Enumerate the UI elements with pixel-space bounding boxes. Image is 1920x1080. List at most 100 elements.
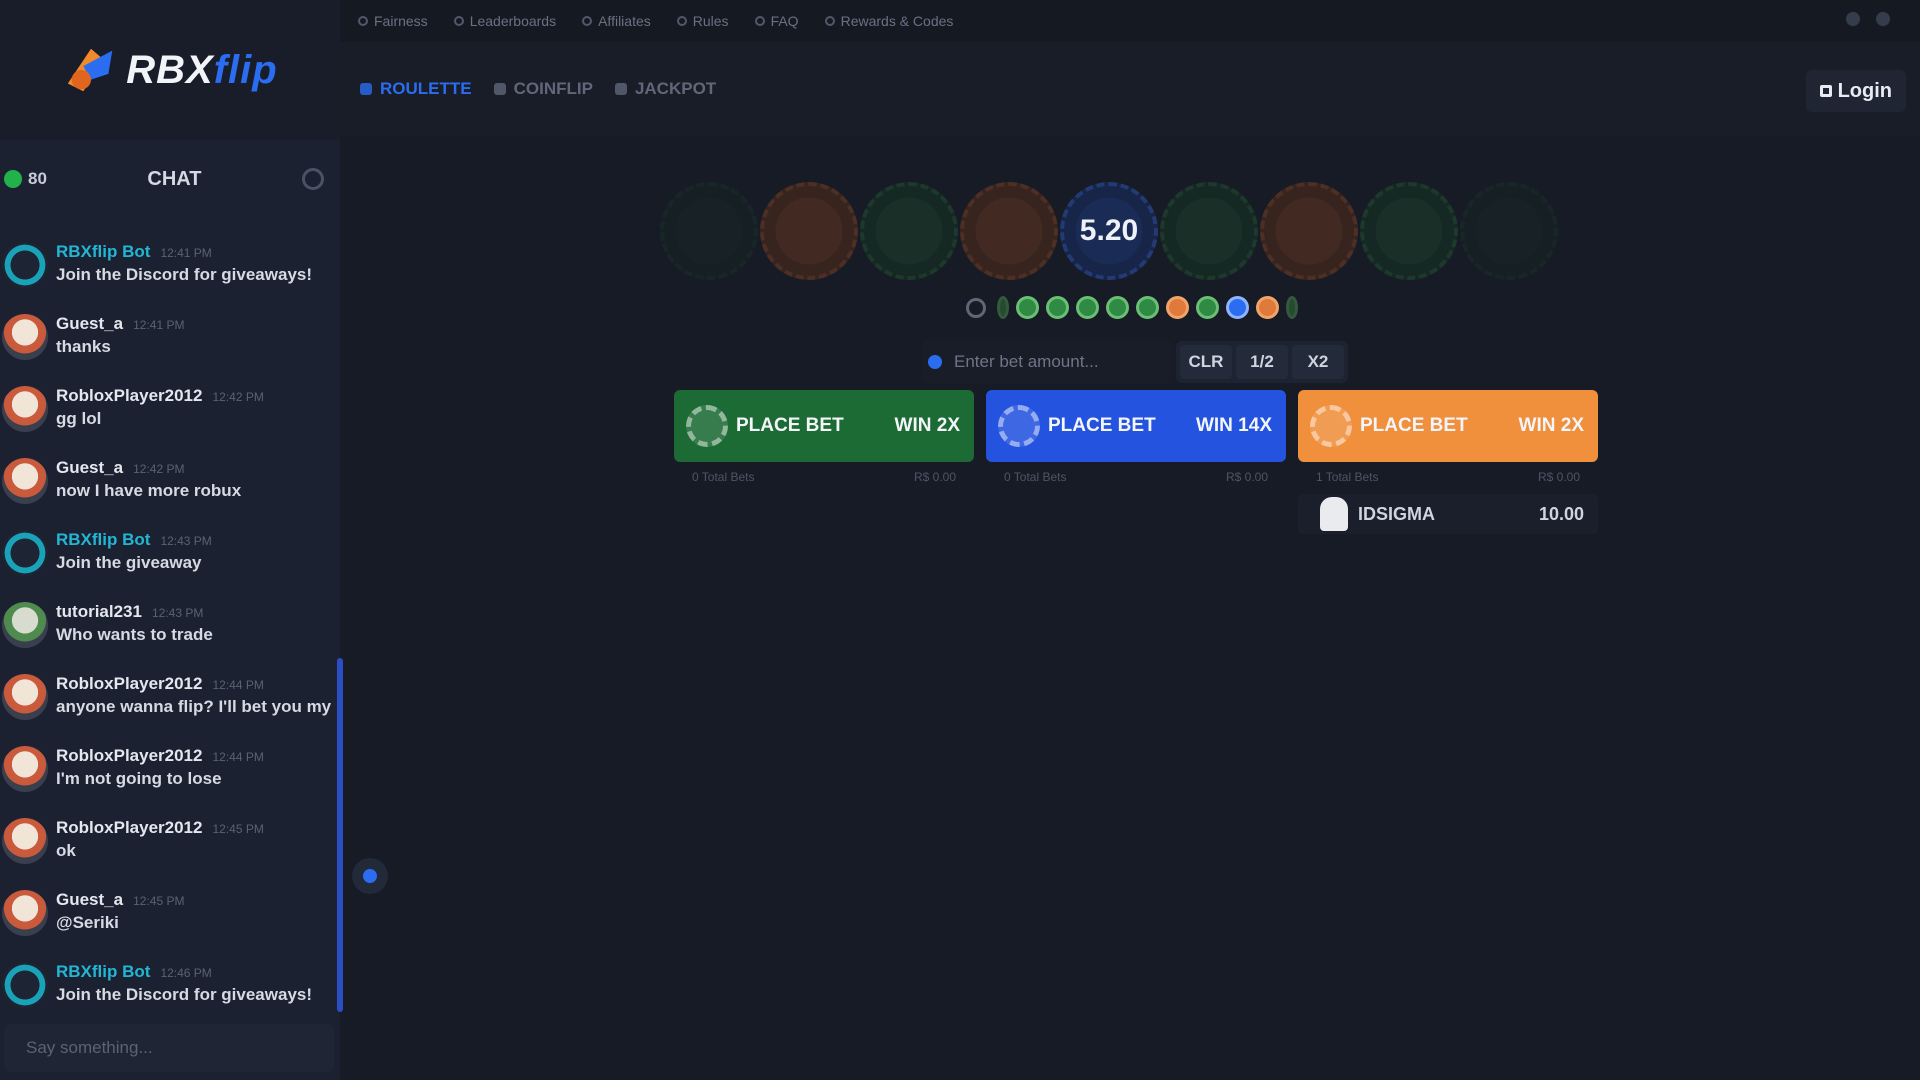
avatar[interactable]: [2, 890, 48, 936]
chat-message: Guest_a 12:42 PM now I have more robux: [0, 452, 336, 524]
chat-username[interactable]: RBXflip Bot: [56, 962, 150, 982]
chat-message-header: Guest_a 12:41 PM: [56, 314, 336, 334]
chat-message-text: Join the Discord for giveaways!: [56, 985, 313, 1004]
top-link-1[interactable]: Fairness: [358, 13, 428, 29]
top-link-3[interactable]: Affiliates: [582, 13, 651, 29]
roulette-tile-active: 5.20: [1060, 182, 1158, 280]
avatar[interactable]: [2, 674, 48, 720]
history-dot: [1076, 296, 1099, 319]
avatar[interactable]: [2, 746, 48, 792]
login-button[interactable]: Login: [1805, 70, 1906, 112]
chat-title: CHAT: [147, 167, 202, 190]
chat-username[interactable]: RobloxPlayer2012: [56, 386, 202, 406]
chat-username[interactable]: Guest_a: [56, 890, 123, 910]
chat-message: Guest_a 12:41 PM thanks: [0, 308, 336, 380]
place-bet-left: PLACE BET: [1310, 405, 1468, 447]
chat-message-header: Guest_a 12:45 PM: [56, 890, 336, 910]
gift-icon: [824, 16, 835, 26]
player-bet-row: IDSIGMA 10.00: [1298, 494, 1598, 534]
avatar[interactable]: [2, 242, 48, 288]
place-bet-label: PLACE BET: [736, 415, 844, 436]
quick-bet-clr[interactable]: CLR: [1180, 345, 1232, 379]
chat-message-body: RobloxPlayer2012 12:44 PM anyone wanna fli…: [56, 674, 336, 717]
avatar[interactable]: [2, 386, 48, 432]
top-link-4[interactable]: Rules: [676, 13, 729, 29]
chat-username[interactable]: Guest_a: [56, 458, 123, 478]
chat-username[interactable]: RBXflip Bot: [56, 242, 150, 262]
place-bet-button-blue[interactable]: PLACE BET WIN 14X: [986, 390, 1286, 462]
tab-label: ROULETTE: [380, 79, 472, 98]
chat-message-header: Guest_a 12:42 PM: [56, 458, 336, 478]
coin-icon: [493, 83, 506, 95]
chip-icon: [998, 405, 1040, 447]
chip-icon: [686, 405, 728, 447]
avatar[interactable]: [2, 962, 48, 1008]
tab-coinflip[interactable]: COINFLIP: [493, 79, 593, 99]
place-bet-left: PLACE BET: [686, 405, 844, 447]
chat-timestamp: 12:42 PM: [212, 390, 264, 404]
quick-bet-x2[interactable]: X2: [1292, 345, 1344, 379]
bet-stats: 0 Total Bets R$ 0.00: [674, 462, 974, 492]
avatar[interactable]: [2, 530, 48, 576]
top-links-bar: Fairness Leaderboards Affiliates Rules FAQ Re…: [340, 0, 1920, 42]
logo[interactable]: RBXflip: [0, 0, 340, 140]
users-icon: [582, 16, 593, 26]
chat-message: tutorial231 12:43 PM Who wants to trade: [0, 596, 336, 668]
roulette-tile: [760, 182, 858, 280]
chat-input[interactable]: Say something...: [4, 1024, 334, 1072]
chat-username[interactable]: RobloxPlayer2012: [56, 746, 202, 766]
online-count: 80: [28, 169, 47, 188]
total-bets-count: 0 Total Bets: [1004, 470, 1067, 484]
chat-username[interactable]: RobloxPlayer2012: [56, 818, 202, 838]
logo-icon: [68, 48, 113, 92]
robux-icon: [928, 355, 942, 369]
place-bet-button-green[interactable]: PLACE BET WIN 2X: [674, 390, 974, 462]
bet-placeholder: Enter bet amount...: [954, 352, 1099, 371]
roulette-tile: [1260, 182, 1358, 280]
chat-username[interactable]: RobloxPlayer2012: [56, 674, 202, 694]
twitter-icon[interactable]: [1846, 12, 1860, 26]
top-link-5[interactable]: FAQ: [754, 13, 799, 29]
bet-panel-green: PLACE BET WIN 2X 0 Total Bets R$ 0.00: [674, 390, 974, 492]
chat-message-header: RobloxPlayer2012 12:44 PM: [56, 674, 336, 694]
chat-collapse-button[interactable]: [352, 858, 388, 894]
chat-username[interactable]: Guest_a: [56, 314, 123, 334]
top-link-label: Rewards & Codes: [840, 13, 954, 29]
avatar[interactable]: [2, 458, 48, 504]
top-link-label: Rules: [692, 13, 729, 29]
chat-scrollbar[interactable]: [337, 658, 343, 1012]
avatar[interactable]: [2, 314, 48, 360]
payout-label: WIN 14X: [1195, 415, 1272, 436]
online-dot-icon: [4, 170, 22, 188]
login-icon: [1819, 85, 1832, 97]
tab-roulette[interactable]: ROULETTE: [360, 79, 472, 99]
top-link-6[interactable]: Rewards & Codes: [824, 13, 954, 29]
chat-username[interactable]: tutorial231: [56, 602, 142, 622]
top-link-label: Fairness: [374, 13, 428, 29]
payout-label: WIN 2X: [894, 415, 960, 436]
shield-icon: [358, 16, 368, 26]
history-dot: [1046, 296, 1069, 319]
social-links: [1846, 12, 1890, 26]
total-bets-amount: R$ 0.00: [1225, 470, 1268, 484]
roulette-tile: [1360, 182, 1458, 280]
chat-message: RBXflip Bot 12:43 PM Join the giveaway: [0, 524, 336, 596]
history-dot: [1226, 296, 1249, 319]
avatar[interactable]: [2, 818, 48, 864]
chat-message-body: Guest_a 12:42 PM now I have more robux: [56, 458, 336, 501]
discord-icon[interactable]: [1876, 12, 1890, 26]
chat-username[interactable]: RBXflip Bot: [56, 530, 150, 550]
tab-jackpot[interactable]: JACKPOT: [614, 79, 716, 99]
top-link-2[interactable]: Leaderboards: [453, 13, 556, 29]
top-link-label: Affiliates: [598, 13, 651, 29]
chat-message-body: Guest_a 12:45 PM @Seriki: [56, 890, 336, 933]
chat-settings-icon[interactable]: [301, 168, 324, 190]
quick-bet-1-2[interactable]: 1/2: [1236, 345, 1288, 379]
chat-message: RobloxPlayer2012 12:44 PM I'm not going to…: [0, 740, 336, 812]
roulette-tile: [1460, 182, 1558, 280]
avatar[interactable]: [2, 602, 48, 648]
bet-amount-input[interactable]: Enter bet amount...: [922, 340, 1172, 384]
chat-header: 80 CHAT: [0, 140, 340, 218]
place-bet-button-orange[interactable]: PLACE BET WIN 2X: [1298, 390, 1598, 462]
book-icon: [676, 16, 687, 26]
